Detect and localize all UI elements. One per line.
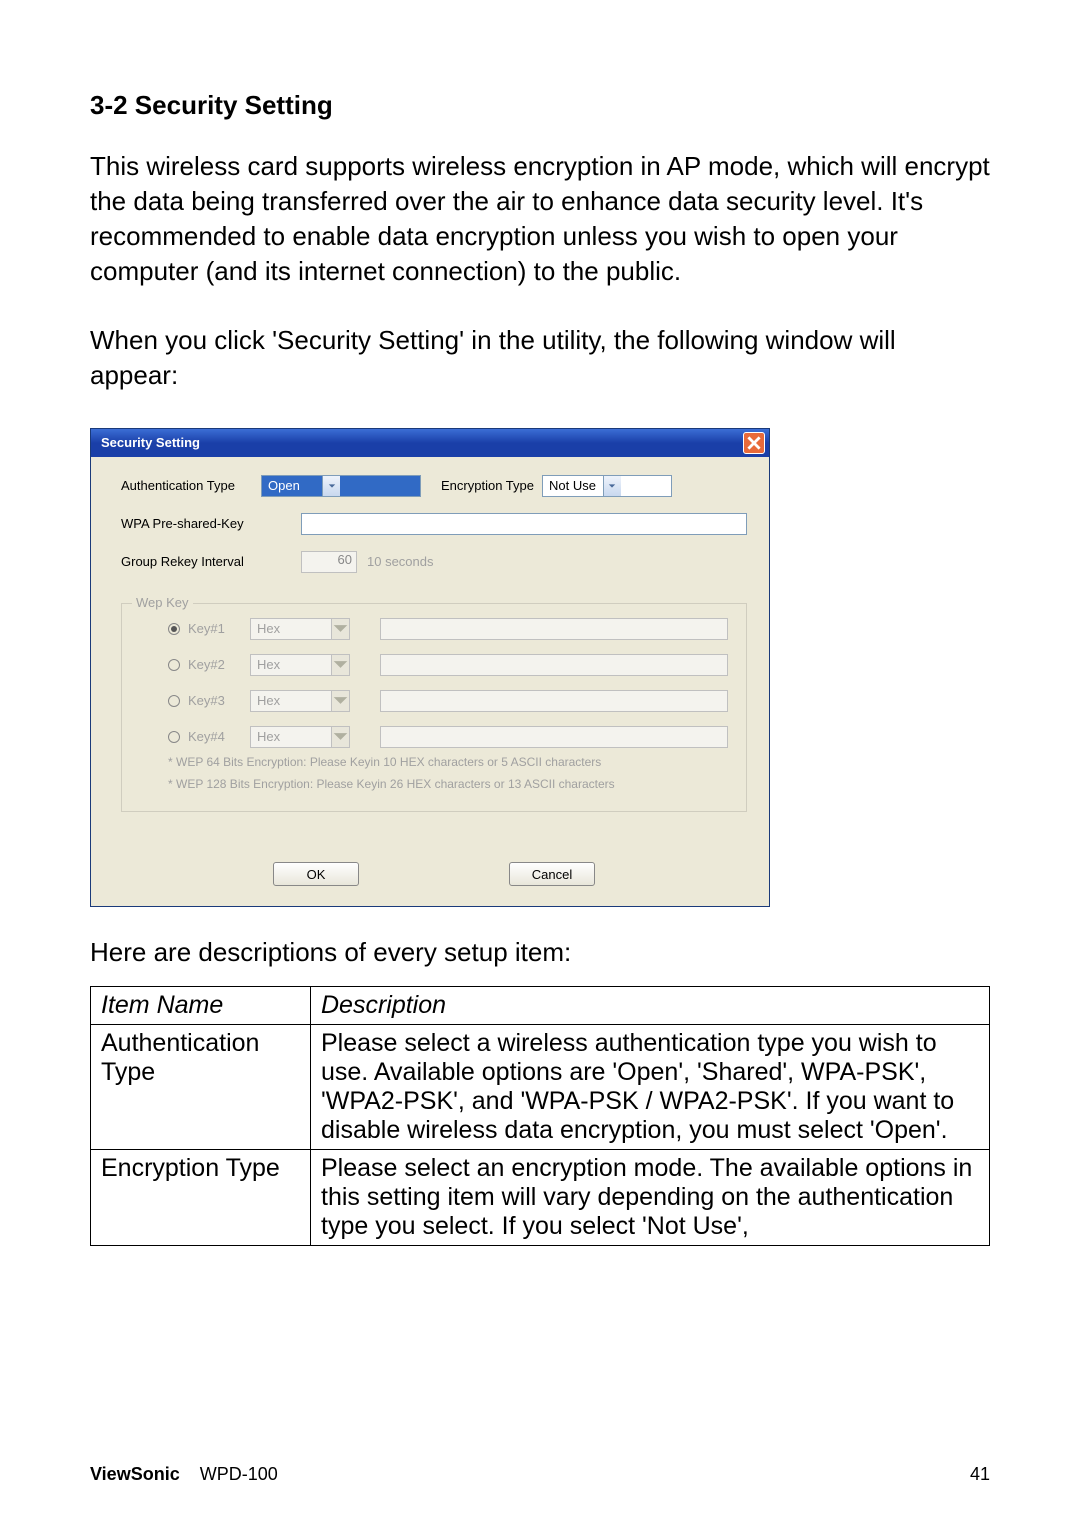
table-cell-name: Encryption Type <box>91 1150 311 1246</box>
wep-format-value: Hex <box>251 657 331 672</box>
table-cell-desc: Please select a wireless authentication … <box>311 1025 990 1150</box>
enc-type-select[interactable]: Not Use <box>542 475 672 497</box>
radio-icon <box>168 695 180 707</box>
wpa-psk-label: WPA Pre-shared-Key <box>121 516 261 531</box>
wep-key4-radio[interactable]: Key#4 <box>140 729 250 744</box>
wep-key3-format[interactable]: Hex <box>250 690 350 712</box>
security-setting-dialog: Security Setting Authentication Type Ope… <box>90 428 770 908</box>
dialog-screenshot: Security Setting Authentication Type Ope… <box>90 428 990 908</box>
enc-type-label: Encryption Type <box>441 478 534 493</box>
wpa-psk-input[interactable] <box>301 513 747 535</box>
wep-row: Key#4 Hex <box>140 726 728 748</box>
close-icon <box>747 436 761 450</box>
wep-key1-format[interactable]: Hex <box>250 618 350 640</box>
table-row: Encryption Type Please select an encrypt… <box>91 1150 990 1246</box>
page-number: 41 <box>970 1464 990 1485</box>
wep-note-2: * WEP 128 Bits Encryption: Please Keyin … <box>140 776 728 793</box>
table-intro: Here are descriptions of every setup ite… <box>90 937 990 968</box>
description-table: Item Name Description Authentication Typ… <box>90 986 990 1246</box>
wep-key3-radio[interactable]: Key#3 <box>140 693 250 708</box>
wep-key4-format[interactable]: Hex <box>250 726 350 748</box>
wep-key2-format[interactable]: Hex <box>250 654 350 676</box>
footer-brand: ViewSonic <box>90 1464 180 1484</box>
rekey-input[interactable]: 60 <box>301 551 357 573</box>
wep-key-label: Key#1 <box>188 621 225 636</box>
close-button[interactable] <box>743 432 765 454</box>
auth-type-value: Open <box>262 478 322 493</box>
rekey-unit: 10 seconds <box>367 554 434 569</box>
chevron-down-icon <box>603 476 621 496</box>
rekey-label: Group Rekey Interval <box>121 554 261 569</box>
ok-button[interactable]: OK <box>273 862 359 886</box>
wep-row: Key#1 Hex <box>140 618 728 640</box>
cancel-button[interactable]: Cancel <box>509 862 595 886</box>
radio-icon <box>168 731 180 743</box>
dialog-title: Security Setting <box>101 435 200 450</box>
wep-key-label: Key#2 <box>188 657 225 672</box>
wep-format-value: Hex <box>251 621 331 636</box>
wep-key2-radio[interactable]: Key#2 <box>140 657 250 672</box>
intro-paragraph-2: When you click 'Security Setting' in the… <box>90 323 990 393</box>
intro-paragraph-1: This wireless card supports wireless enc… <box>90 149 990 289</box>
wep-note-1: * WEP 64 Bits Encryption: Please Keyin 1… <box>140 754 728 771</box>
wep-key-label: Key#4 <box>188 729 225 744</box>
wep-format-value: Hex <box>251 693 331 708</box>
auth-type-select[interactable]: Open <box>261 475 421 497</box>
wep-key-label: Key#3 <box>188 693 225 708</box>
wep-key2-input[interactable] <box>380 654 728 676</box>
table-cell-desc: Please select an encryption mode. The av… <box>311 1150 990 1246</box>
dialog-titlebar: Security Setting <box>91 429 769 457</box>
enc-type-value: Not Use <box>543 478 603 493</box>
chevron-down-icon <box>331 619 349 639</box>
wep-key1-input[interactable] <box>380 618 728 640</box>
footer-model: WPD-100 <box>200 1464 278 1484</box>
radio-icon <box>168 659 180 671</box>
radio-icon <box>168 623 180 635</box>
wep-format-value: Hex <box>251 729 331 744</box>
chevron-down-icon <box>331 691 349 711</box>
chevron-down-icon <box>322 476 340 496</box>
chevron-down-icon <box>331 655 349 675</box>
section-heading: 3-2 Security Setting <box>90 90 990 121</box>
wep-key3-input[interactable] <box>380 690 728 712</box>
table-header-desc: Description <box>311 987 990 1025</box>
wep-row: Key#2 Hex <box>140 654 728 676</box>
table-cell-name: Authentication Type <box>91 1025 311 1150</box>
wep-legend: Wep Key <box>132 595 193 610</box>
wep-key1-radio[interactable]: Key#1 <box>140 621 250 636</box>
auth-type-label: Authentication Type <box>121 478 261 493</box>
wep-key4-input[interactable] <box>380 726 728 748</box>
table-row: Authentication Type Please select a wire… <box>91 1025 990 1150</box>
table-header-item: Item Name <box>91 987 311 1025</box>
wep-row: Key#3 Hex <box>140 690 728 712</box>
wep-key-group: Wep Key Key#1 Hex Key#2 <box>121 603 747 813</box>
page-footer: ViewSonic WPD-100 41 <box>90 1464 990 1485</box>
chevron-down-icon <box>331 727 349 747</box>
